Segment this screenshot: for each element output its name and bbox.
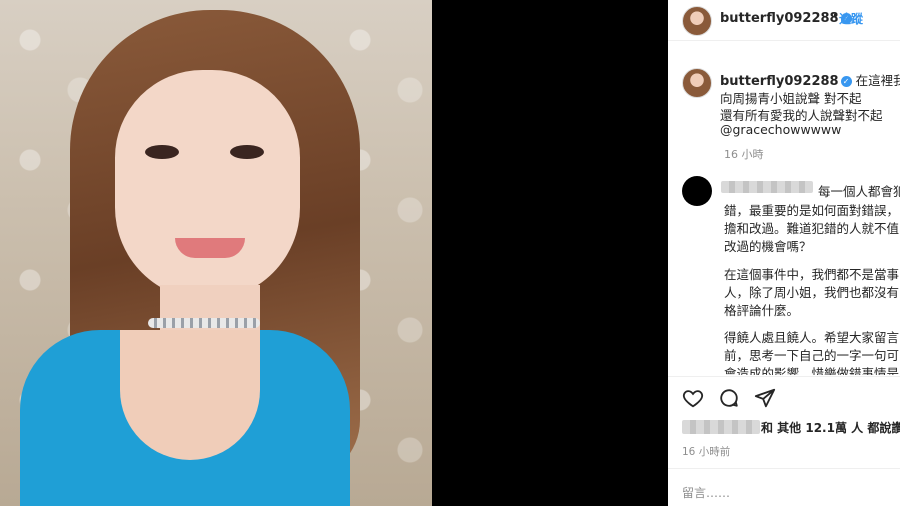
comment-line-3: 擔和改過。難道犯錯的人就不值 [724,221,900,236]
comment-line-6: 人，除了周小姐，我們也都沒有 [724,285,900,300]
right-eye [230,145,264,159]
username-text[interactable]: butterfly092288 [720,11,839,26]
profile-avatar[interactable] [682,6,712,36]
add-comment-input[interactable]: 留言…… [682,484,730,501]
blurred-liker-names [682,420,760,434]
verified-badge-icon: ✓ [840,76,852,87]
comment-line-5: 在這個事件中，我們都不是當事 [724,267,900,282]
comment-line-2: 錯，最重要的是如何面對錯誤， [724,203,900,218]
caption-username[interactable]: butterfly092288 [720,74,839,89]
post-header: butterfly092288 ✓ • 追蹤 [668,0,900,41]
comment-avatar[interactable] [682,176,712,206]
face [115,70,300,300]
necklace [148,318,260,328]
heart-icon[interactable] [682,387,704,409]
comment-bubble-icon[interactable] [718,387,740,409]
post-panel: butterfly092288 ✓ • 追蹤 butterfly092288 ✓ 在… [668,0,900,506]
comment-line-4: 改過的機會嗎？ [724,239,812,254]
caption-line-1: butterfly092288✓ 在這裡我要 [720,70,900,89]
caption-text: 在這裡我要 [855,73,900,88]
left-eye [145,145,179,159]
blurred-username [721,181,813,193]
caption-avatar[interactable] [682,68,712,98]
likes-count[interactable]: 和 其他 12.1萬 人 都說讚 [761,419,900,436]
black-gap [432,0,668,506]
comment-line-7: 格評論什麼。 [724,303,800,318]
caption-timestamp: 16 小時 [724,148,764,161]
comment-divider [668,468,900,469]
share-arrow-icon[interactable] [754,387,776,409]
comment-line-9: 前，思考一下自己的一字一句可 [724,348,900,363]
lips [175,238,245,258]
follow-button[interactable]: 追蹤 [839,10,863,27]
comment-line-1: 每一個人都會犯 [818,184,900,199]
caption-mention-link[interactable]: @gracechowwwww [720,122,841,137]
comment-line-8: 得饒人處且饒人。希望大家留言 [724,330,900,345]
post-photo[interactable] [0,0,432,506]
post-timestamp: 16 小時前 [682,446,731,458]
comment-line-10: 會造成的影響。惜樂做錯事情是 [724,366,900,375]
actions-divider [668,376,900,377]
